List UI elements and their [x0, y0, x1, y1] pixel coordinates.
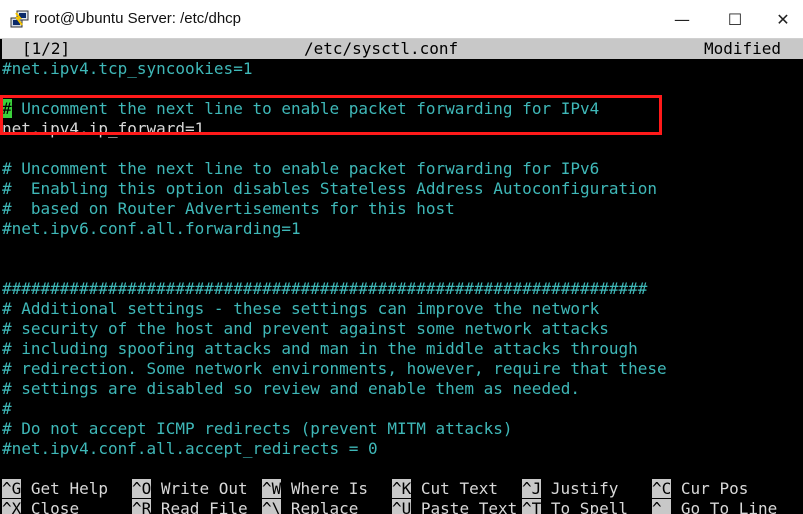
- shortcut-label: Get Help: [30, 479, 108, 498]
- shortcut-go-to-line[interactable]: ^_ Go To Line: [652, 499, 777, 514]
- shortcut-paste-text[interactable]: ^U Paste Text: [392, 499, 517, 514]
- editor-line: # including spoofing attacks and man in …: [2, 339, 638, 358]
- shortcut-key: ^\: [262, 499, 282, 514]
- shortcut-label: Justify: [550, 479, 619, 498]
- editor-line: #net.ipv4.tcp_syncookies=1: [2, 59, 253, 78]
- terminal-area[interactable]: [1/2] /etc/sysctl.conf Modified #net.ipv…: [0, 39, 803, 514]
- shortcut-key: ^K: [392, 479, 412, 498]
- shortcut-key: ^W: [262, 479, 282, 498]
- shortcut-get-help[interactable]: ^G Get Help: [2, 479, 108, 499]
- shortcut-replace[interactable]: ^\ Replace: [262, 499, 358, 514]
- modified-status: Modified: [703, 39, 781, 58]
- close-button[interactable]: ✕: [762, 0, 803, 38]
- shortcut-label: Where Is: [290, 479, 368, 498]
- editor-line: #: [2, 399, 12, 418]
- shortcut-key: ^G: [2, 479, 22, 498]
- shortcut-justify[interactable]: ^J Justify: [522, 479, 618, 499]
- file-name: /etc/sysctl.conf: [304, 39, 459, 58]
- shortcut-label: Write Out: [160, 479, 248, 498]
- editor-line: #net.ipv6.conf.all.forwarding=1: [2, 219, 301, 238]
- window-titlebar: root@Ubuntu Server: /etc/dhcp — ☐ ✕: [0, 0, 803, 39]
- shortcut-label: Replace: [290, 499, 359, 514]
- page-indicator: [1/2]: [22, 39, 71, 58]
- putty-app-icon[interactable]: [10, 9, 30, 29]
- minimize-icon: —: [674, 9, 690, 29]
- shortcut-label: To Spell: [550, 499, 628, 514]
- shortcut-cut-text[interactable]: ^K Cut Text: [392, 479, 498, 499]
- shortcut-label: Cur Pos: [680, 479, 749, 498]
- highlight-box: [0, 95, 662, 135]
- editor-line: # Uncomment the next line to enable pack…: [2, 159, 600, 178]
- maximize-icon: ☐: [727, 9, 743, 29]
- shortcut-key: ^X: [2, 499, 22, 514]
- window-title: root@Ubuntu Server: /etc/dhcp: [34, 10, 241, 27]
- close-icon: ✕: [776, 9, 790, 29]
- shortcut-key: ^J: [522, 479, 542, 498]
- shortcut-close[interactable]: ^X Close: [2, 499, 79, 514]
- editor-line: ########################################…: [2, 279, 648, 298]
- minimize-button[interactable]: —: [653, 0, 711, 38]
- shortcut-label: Read File: [160, 499, 248, 514]
- shortcut-key: ^U: [392, 499, 412, 514]
- maximize-button[interactable]: ☐: [706, 0, 764, 38]
- editor-line: # based on Router Advertisements for thi…: [2, 199, 455, 218]
- editor-line: # security of the host and prevent again…: [2, 319, 609, 338]
- editor-line: # Do not accept ICMP redirects (prevent …: [2, 419, 513, 438]
- editor-line: # Enabling this option disables Stateles…: [2, 179, 658, 198]
- shortcut-label: Close: [30, 499, 80, 514]
- shortcut-key: ^T: [522, 499, 542, 514]
- shortcut-cur-pos[interactable]: ^C Cur Pos: [652, 479, 748, 499]
- editor-line: # settings are disabled so review and en…: [2, 379, 580, 398]
- shortcut-read-file[interactable]: ^R Read File: [132, 499, 248, 514]
- shortcut-key: ^R: [132, 499, 152, 514]
- shortcut-to-spell[interactable]: ^T To Spell: [522, 499, 628, 514]
- shortcut-where-is[interactable]: ^W Where Is: [262, 479, 368, 499]
- editor-line: # redirection. Some network environments…: [2, 359, 667, 378]
- editor-line: # Additional settings - these settings c…: [2, 299, 600, 318]
- nano-status-bar: [1/2] /etc/sysctl.conf Modified: [2, 39, 803, 59]
- shortcut-key: ^C: [652, 479, 672, 498]
- shortcut-label: Cut Text: [420, 479, 498, 498]
- editor-line: #net.ipv4.conf.all.accept_redirects = 0: [2, 439, 378, 458]
- shortcut-write-out[interactable]: ^O Write Out: [132, 479, 248, 499]
- shortcut-key: ^O: [132, 479, 152, 498]
- shortcut-label: Paste Text: [420, 499, 518, 514]
- shortcut-label: Go To Line: [680, 499, 778, 514]
- shortcut-key: ^_: [652, 499, 672, 514]
